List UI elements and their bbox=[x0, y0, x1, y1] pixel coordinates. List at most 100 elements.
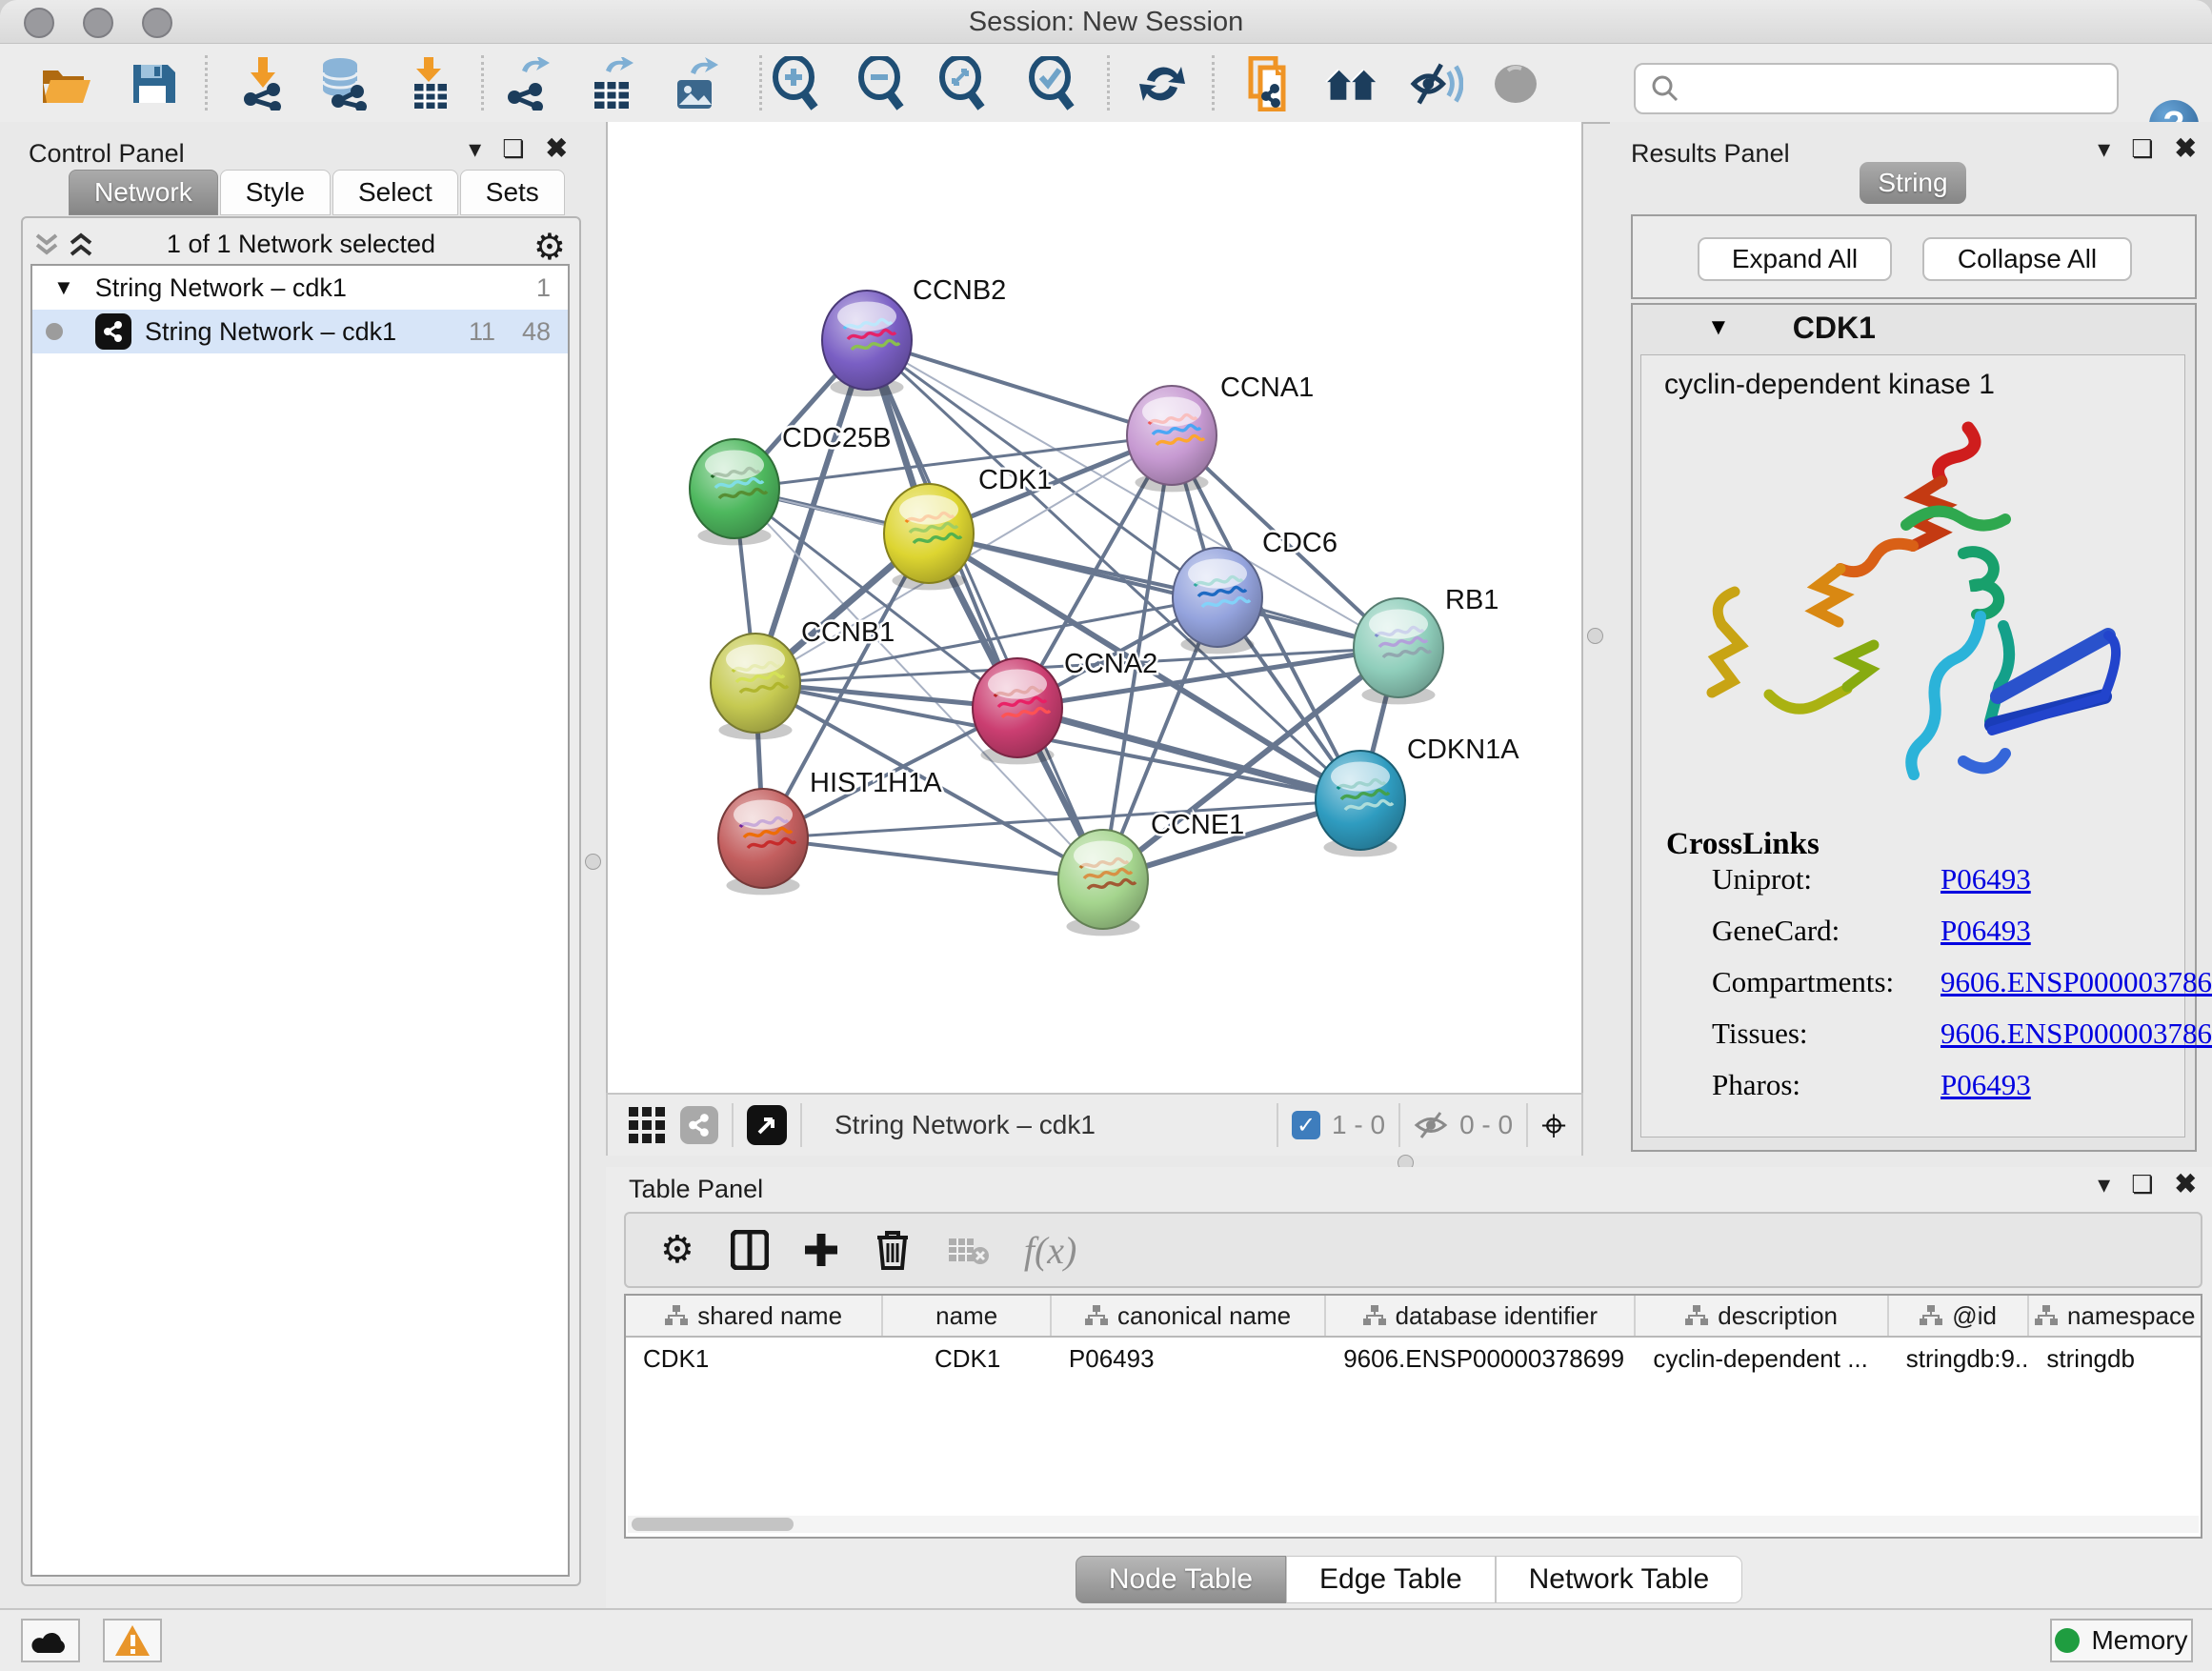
network-node-CCNA2[interactable] bbox=[973, 658, 1062, 764]
network-edge[interactable] bbox=[867, 340, 1172, 435]
column-header[interactable]: name bbox=[883, 1296, 1052, 1336]
protein-details: cyclin-dependent kinase 1 bbox=[1640, 354, 2185, 1137]
collection-expand-icon[interactable]: ▼ bbox=[53, 275, 74, 300]
show-columns-icon[interactable] bbox=[731, 1230, 769, 1270]
delete-table-icon[interactable] bbox=[948, 1235, 990, 1265]
network-edge[interactable] bbox=[867, 340, 1103, 879]
tab-edge-table[interactable]: Edge Table bbox=[1286, 1556, 1496, 1603]
export-table-icon[interactable] bbox=[586, 57, 639, 111]
clone-network-icon[interactable] bbox=[1243, 57, 1297, 111]
network-node-CCNE1[interactable] bbox=[1058, 830, 1148, 936]
birdseye-grid-icon[interactable] bbox=[629, 1107, 665, 1143]
column-header[interactable]: namespace bbox=[2029, 1296, 2201, 1336]
tab-string[interactable]: String bbox=[1860, 162, 1966, 204]
network-edge[interactable] bbox=[763, 800, 1360, 838]
detach-view-icon[interactable] bbox=[747, 1105, 787, 1145]
protein-description: cyclin-dependent kinase 1 bbox=[1664, 369, 1995, 401]
search-icon bbox=[1651, 74, 1679, 103]
tab-node-table[interactable]: Node Table bbox=[1076, 1556, 1286, 1603]
crosslink-link[interactable]: P06493 bbox=[1941, 1068, 2031, 1102]
zoom-out-icon[interactable] bbox=[856, 57, 910, 111]
show-all-networks-icon[interactable] bbox=[1324, 57, 1377, 111]
collapse-all-button[interactable]: Collapse All bbox=[1922, 237, 2132, 281]
network-node-CDK1[interactable] bbox=[884, 484, 974, 590]
network-badge-icon[interactable] bbox=[680, 1106, 718, 1144]
import-network-file-icon[interactable] bbox=[236, 57, 290, 111]
export-network-icon[interactable] bbox=[502, 57, 555, 111]
column-header[interactable]: canonical name bbox=[1052, 1296, 1326, 1336]
table-row[interactable]: CDK1 CDK1 P06493 9606.ENSP00000378699 cy… bbox=[626, 1338, 2201, 1379]
cloud-button[interactable] bbox=[21, 1619, 80, 1662]
left-splitter-handle[interactable] bbox=[585, 854, 601, 870]
network-edge[interactable] bbox=[763, 838, 1103, 879]
open-session-icon[interactable] bbox=[40, 57, 93, 111]
network-node-CCNB2[interactable] bbox=[822, 291, 912, 396]
tab-network-table[interactable]: Network Table bbox=[1496, 1556, 1743, 1603]
crosslink-link[interactable]: 9606.ENSP00000378699 bbox=[1941, 1017, 2212, 1051]
panel-float-icon[interactable]: ❏ bbox=[2131, 1172, 2153, 1197]
refresh-icon[interactable] bbox=[1136, 57, 1189, 111]
zoom-in-icon[interactable] bbox=[771, 57, 824, 111]
control-panel-tabs: Network Style Select Sets bbox=[69, 170, 567, 217]
tab-select[interactable]: Select bbox=[332, 170, 458, 215]
control-panel-controls: ▾ ❏ ✖ bbox=[469, 135, 568, 162]
panel-menu-icon[interactable]: ▾ bbox=[469, 136, 481, 161]
save-session-icon[interactable] bbox=[126, 57, 179, 111]
network-node-HIST1H1A[interactable] bbox=[718, 789, 808, 895]
show-hidden-icon[interactable] bbox=[1489, 57, 1542, 111]
import-table-file-icon[interactable] bbox=[402, 57, 455, 111]
export-image-icon[interactable] bbox=[669, 57, 722, 111]
tab-network[interactable]: Network bbox=[69, 170, 218, 215]
network-node-RB1[interactable] bbox=[1354, 598, 1443, 704]
delete-column-trash-icon[interactable] bbox=[875, 1230, 910, 1270]
crosslink-link[interactable]: P06493 bbox=[1941, 862, 2031, 896]
selected-nodes-checkbox-icon[interactable]: ✓ bbox=[1292, 1111, 1320, 1139]
add-column-icon[interactable] bbox=[803, 1232, 839, 1268]
import-network-database-icon[interactable] bbox=[317, 57, 371, 111]
node-table: shared name name canonical name database… bbox=[624, 1294, 2202, 1539]
table-horizontal-scrollbar[interactable] bbox=[628, 1516, 2199, 1533]
column-header[interactable]: @id bbox=[1889, 1296, 2030, 1336]
memory-button[interactable]: Memory bbox=[2050, 1619, 2193, 1662]
network-options-gear-icon[interactable]: ⚙ bbox=[533, 226, 566, 269]
network-row[interactable]: String Network – cdk1 11 48 bbox=[32, 310, 568, 353]
panel-close-icon[interactable]: ✖ bbox=[546, 135, 568, 162]
column-header[interactable]: description bbox=[1636, 1296, 1888, 1336]
scrollbar-thumb[interactable] bbox=[632, 1518, 794, 1531]
network-collection-row[interactable]: ▼ String Network – cdk1 1 bbox=[32, 266, 568, 310]
expand-all-button[interactable]: Expand All bbox=[1698, 237, 1892, 281]
function-builder-icon[interactable]: f(x) bbox=[1024, 1228, 1077, 1273]
network-node-CDKN1A[interactable] bbox=[1316, 751, 1405, 856]
panel-close-icon[interactable]: ✖ bbox=[2175, 135, 2197, 162]
node-label: CDC6 bbox=[1262, 528, 1337, 558]
column-header[interactable]: database identifier bbox=[1326, 1296, 1636, 1336]
hidden-eye-icon[interactable] bbox=[1414, 1111, 1448, 1139]
protein-header[interactable]: ▼ CDK1 bbox=[1633, 305, 2195, 351]
node-label: CCNB1 bbox=[801, 617, 895, 648]
hide-selected-icon[interactable] bbox=[1410, 57, 1463, 111]
crosslink-link[interactable]: P06493 bbox=[1941, 914, 2031, 948]
tab-style[interactable]: Style bbox=[220, 170, 331, 215]
network-node-CDC25B[interactable] bbox=[690, 439, 779, 545]
protein-collapse-icon[interactable]: ▼ bbox=[1707, 314, 1730, 341]
fit-selection-crosshair-icon[interactable]: ⌖ bbox=[1541, 1106, 1566, 1144]
crosslink-link[interactable]: 9606.ENSP00000378699 bbox=[1941, 965, 2212, 999]
panel-menu-icon[interactable]: ▾ bbox=[2098, 136, 2110, 161]
panel-close-icon[interactable]: ✖ bbox=[2175, 1171, 2197, 1198]
zoom-selected-icon[interactable] bbox=[1027, 57, 1080, 111]
node-label: CDK1 bbox=[978, 465, 1052, 495]
network-canvas[interactable]: CCNB2CCNA1CDC25BCDK1CDC6RB1CCNB1CCNA2CDK… bbox=[606, 122, 1583, 1093]
search-input[interactable] bbox=[1689, 73, 2117, 105]
tab-sets[interactable]: Sets bbox=[460, 170, 565, 215]
panel-float-icon[interactable]: ❏ bbox=[502, 136, 524, 161]
panel-menu-icon[interactable]: ▾ bbox=[2098, 1172, 2110, 1197]
right-splitter-handle[interactable] bbox=[1587, 628, 1603, 644]
network-node-CCNB1[interactable] bbox=[711, 634, 800, 739]
current-network-dot-icon bbox=[46, 323, 63, 340]
network-node-CCNA1[interactable] bbox=[1127, 386, 1217, 492]
warnings-button[interactable] bbox=[103, 1619, 162, 1662]
table-settings-gear-icon[interactable]: ⚙ bbox=[660, 1228, 694, 1272]
zoom-fit-icon[interactable] bbox=[937, 57, 991, 111]
panel-float-icon[interactable]: ❏ bbox=[2131, 136, 2153, 161]
column-header[interactable]: shared name bbox=[626, 1296, 883, 1336]
